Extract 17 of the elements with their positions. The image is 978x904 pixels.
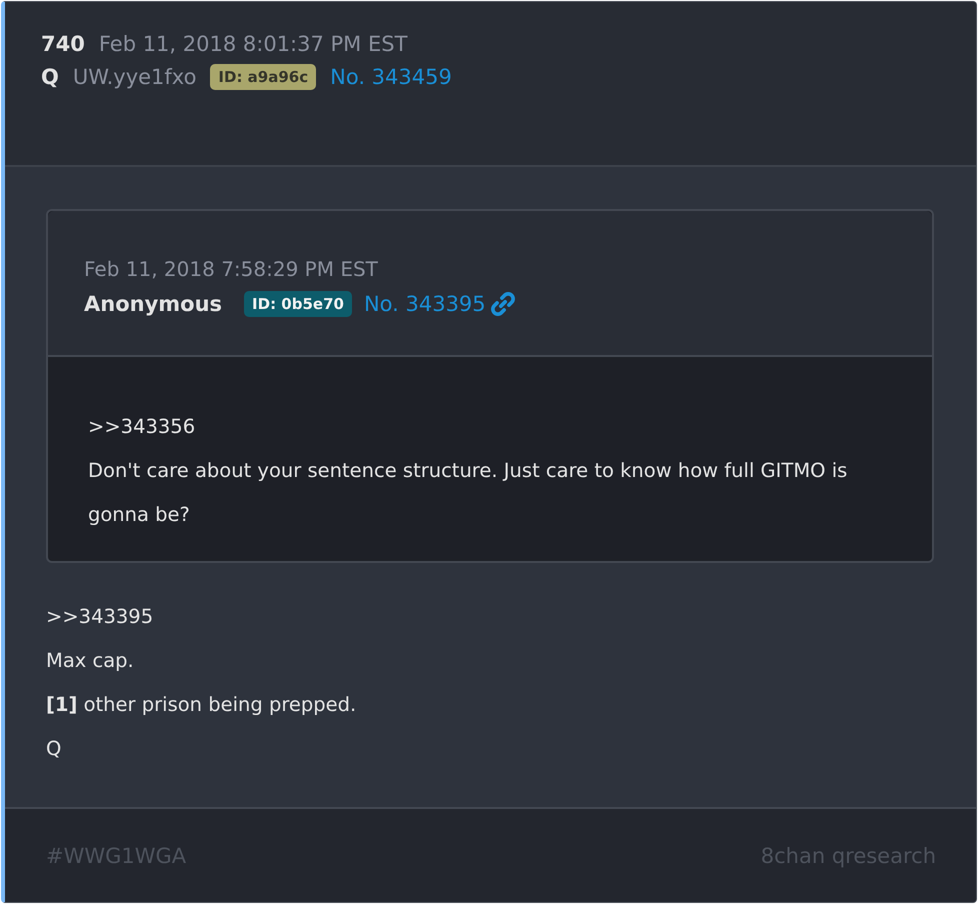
author-name: Anonymous — [84, 292, 222, 316]
author-name: Q — [41, 65, 59, 89]
tripcode: UW.yye1fxo — [72, 65, 196, 89]
post-number: 740 — [41, 32, 85, 56]
post-text: Q — [46, 736, 62, 762]
id-badge: ID: a9a96c — [210, 64, 316, 90]
post-number-link[interactable]: No. 343459 — [330, 65, 452, 89]
post-text: Max cap. — [46, 648, 135, 674]
post-text: Don't care about your sentence structure. Just care to know how full GITMO is gonna be? — [88, 458, 848, 528]
post-text: >>343395 — [46, 604, 154, 630]
post-number-link[interactable]: No. 343395 — [364, 292, 486, 316]
post-date: Feb 11, 2018 7:58:29 PM EST — [84, 257, 379, 281]
id-badge: ID: 0b5e70 — [244, 291, 352, 317]
reply-reference: >>343356 — [88, 414, 196, 440]
post-text: [1] other prison being prepped. — [46, 692, 358, 718]
post-date: Feb 11, 2018 8:01:37 PM EST — [98, 32, 408, 56]
link-icon[interactable] — [490, 291, 516, 317]
